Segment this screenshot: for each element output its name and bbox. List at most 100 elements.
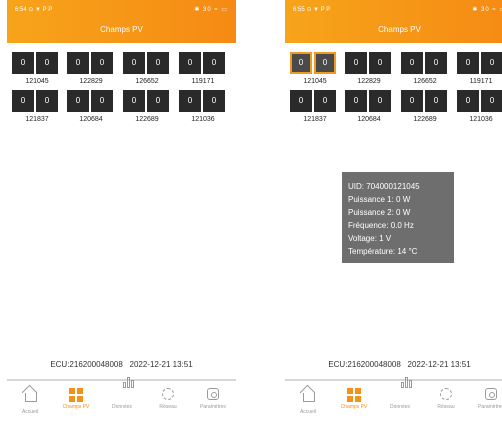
- status-time: 6:54 ⊙ ▼ P P: [15, 7, 53, 13]
- bottom-tab-bar: Accueil Champs PV Données Réseau Paramèt…: [285, 377, 502, 420]
- ecu-info: ECU:216200048008 2022-12-21 13:51: [285, 360, 502, 369]
- app-header: 6:54 ⊙ ▼ P P ✱ 30 ≈ ▭ Champs PV: [7, 0, 236, 43]
- panel-cell[interactable]: 0: [203, 52, 225, 74]
- status-icons: ✱ 30 ≈ ▭: [194, 7, 228, 13]
- inverter-id-label: 121837: [303, 116, 327, 123]
- panel-cell[interactable]: 0: [401, 90, 423, 112]
- panel-cell[interactable]: 0: [481, 52, 502, 74]
- ecu-id: ECU:216200048008: [328, 360, 401, 369]
- inverter-id-label: 121036: [191, 116, 215, 123]
- panel-cell-selected[interactable]: 0: [290, 52, 312, 74]
- panel-cell[interactable]: 0: [36, 90, 58, 112]
- panel-cell[interactable]: 0: [12, 90, 34, 112]
- inverter-id-label: 121036: [469, 116, 493, 123]
- tab-label: Réseau: [437, 404, 455, 410]
- panel-row: 0 0 0 0 0 0 0 0 121837 120684 122689 121…: [7, 90, 236, 128]
- panel-cell[interactable]: 0: [67, 52, 89, 74]
- tab-donnees[interactable]: Données: [377, 377, 423, 410]
- panel-cell[interactable]: 0: [481, 90, 502, 112]
- ecu-datetime: 2022-12-21 13:51: [407, 360, 471, 369]
- status-bar: 6:55 ⊙ ▼ P P ✱ 30 ≈ ▭: [293, 4, 502, 16]
- panel-cell[interactable]: 0: [457, 90, 479, 112]
- status-icons: ✱ 30 ≈ ▭: [472, 7, 502, 13]
- tab-label: Données: [389, 404, 410, 410]
- panel-cell[interactable]: 0: [36, 52, 58, 74]
- inverter-id-label: 119171: [191, 78, 215, 85]
- panel-info-popup: UID: 704000121045 Puissance 1: 0 W Puiss…: [342, 172, 454, 263]
- ecu-id: ECU:216200048008: [50, 360, 123, 369]
- panel-row: 0 0 0 0 0 0 0 0 121045 122829 126652 119…: [285, 52, 502, 90]
- tab-parametres[interactable]: Paramètres: [190, 388, 236, 410]
- panel-cell[interactable]: 0: [314, 90, 336, 112]
- tab-champs-pv[interactable]: Champs PV: [331, 388, 377, 410]
- tab-label: Champs PV: [340, 404, 368, 410]
- power1-text: Puissance 1: 0 W: [348, 195, 411, 204]
- panel-cell[interactable]: 0: [457, 52, 479, 74]
- inverter-id-label: 119171: [469, 78, 493, 85]
- panel-cell[interactable]: 0: [91, 90, 113, 112]
- power2-text: Puissance 2: 0 W: [348, 208, 411, 217]
- panel-cell[interactable]: 0: [369, 90, 391, 112]
- panel-cell[interactable]: 0: [147, 52, 169, 74]
- inverter-id-label: 126652: [135, 78, 159, 85]
- inverter-id-label: 120684: [357, 116, 381, 123]
- tab-label: Données: [111, 404, 132, 410]
- panel-cell[interactable]: 0: [12, 52, 34, 74]
- grid-icon: [69, 388, 83, 402]
- phone-screen-left: 6:54 ⊙ ▼ P P ✱ 30 ≈ ▭ Champs PV 0 0 0 0 …: [7, 0, 236, 423]
- page-title: Champs PV: [100, 25, 143, 34]
- tab-label: Paramètres: [200, 404, 226, 410]
- panel-cell[interactable]: 0: [179, 52, 201, 74]
- bar-chart-icon: [115, 377, 134, 402]
- panel-cell[interactable]: 0: [345, 52, 367, 74]
- status-bar: 6:54 ⊙ ▼ P P ✱ 30 ≈ ▭: [15, 4, 228, 16]
- inverter-id-label: 122689: [135, 116, 159, 123]
- phone-screen-right: 6:55 ⊙ ▼ P P ✱ 30 ≈ ▭ Champs PV 0 0 0 0 …: [285, 0, 502, 423]
- settings-icon: [206, 388, 220, 402]
- divider: [7, 379, 236, 381]
- inverter-id-label: 126652: [413, 78, 437, 85]
- tab-label: Paramètres: [478, 404, 502, 410]
- home-icon: [23, 393, 37, 407]
- panel-cell[interactable]: 0: [401, 52, 423, 74]
- tab-champs-pv[interactable]: Champs PV: [53, 388, 99, 410]
- fan-icon: [161, 388, 175, 402]
- panel-cell[interactable]: 0: [345, 90, 367, 112]
- tab-parametres[interactable]: Paramètres: [468, 388, 502, 410]
- panel-row: 0 0 0 0 0 0 0 0 121837 120684 122689 121…: [285, 90, 502, 128]
- panel-cell[interactable]: 0: [179, 90, 201, 112]
- frequency-text: Fréquence: 0.0 Hz: [348, 221, 414, 230]
- inverter-id-label: 120684: [79, 116, 103, 123]
- panel-cell[interactable]: 0: [203, 90, 225, 112]
- inverter-id-label: 121837: [25, 116, 49, 123]
- bottom-tab-bar: Accueil Champs PV Données Réseau Paramèt…: [7, 377, 236, 420]
- inverter-id-label: 122689: [413, 116, 437, 123]
- temperature-text: Température: 14 °C: [348, 247, 418, 256]
- inverter-id-label: 121045: [303, 78, 327, 85]
- panel-cell[interactable]: 0: [290, 90, 312, 112]
- tab-label: Champs PV: [62, 404, 90, 410]
- panel-cell[interactable]: 0: [123, 52, 145, 74]
- app-header: 6:55 ⊙ ▼ P P ✱ 30 ≈ ▭ Champs PV: [285, 0, 502, 43]
- panel-cell[interactable]: 0: [369, 52, 391, 74]
- status-time: 6:55 ⊙ ▼ P P: [293, 7, 331, 13]
- panel-cell[interactable]: 0: [123, 90, 145, 112]
- panel-cell[interactable]: 0: [67, 90, 89, 112]
- inverter-id-label: 122829: [357, 78, 381, 85]
- settings-icon: [484, 388, 498, 402]
- tab-reseau[interactable]: Réseau: [423, 388, 469, 410]
- tab-label: Accueil: [21, 409, 39, 415]
- panel-cell[interactable]: 0: [425, 90, 447, 112]
- ecu-datetime: 2022-12-21 13:51: [129, 360, 193, 369]
- tab-label: Réseau: [159, 404, 177, 410]
- tab-donnees[interactable]: Données: [99, 377, 145, 410]
- tab-accueil[interactable]: Accueil: [285, 388, 331, 415]
- tab-label: Accueil: [299, 409, 317, 415]
- panel-cell-selected[interactable]: 0: [314, 52, 336, 74]
- tab-accueil[interactable]: Accueil: [7, 388, 53, 415]
- tab-reseau[interactable]: Réseau: [145, 388, 191, 410]
- panel-grid: 0 0 0 0 0 0 0 0 121045 122829 126652 119…: [7, 52, 236, 128]
- panel-cell[interactable]: 0: [91, 52, 113, 74]
- panel-cell[interactable]: 0: [425, 52, 447, 74]
- panel-cell[interactable]: 0: [147, 90, 169, 112]
